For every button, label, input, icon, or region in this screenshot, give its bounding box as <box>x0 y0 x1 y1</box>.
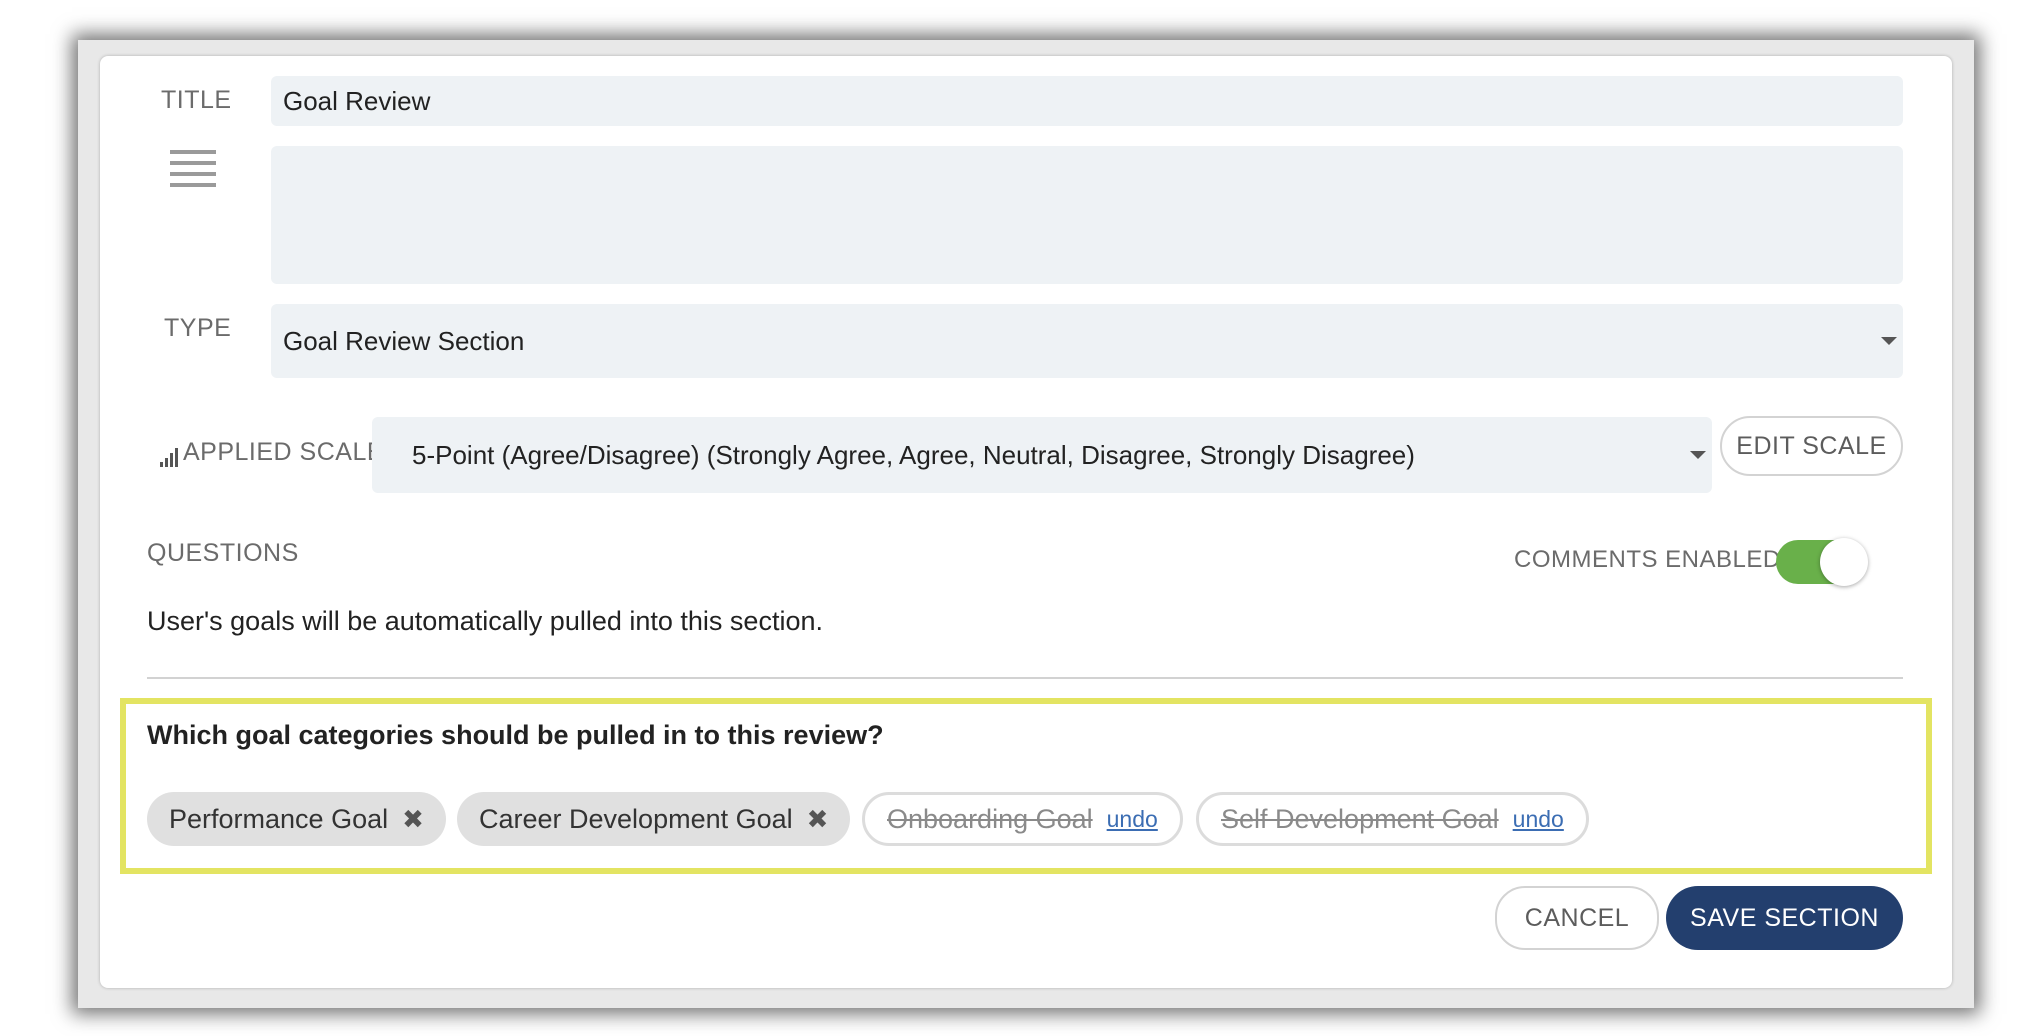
scale-select[interactable]: 5-Point (Agree/Disagree) (Strongly Agree… <box>372 417 1712 493</box>
chip-label: Performance Goal <box>169 803 389 834</box>
undo-link[interactable]: undo <box>1107 806 1158 833</box>
description-textarea[interactable] <box>271 146 1903 284</box>
undo-link[interactable]: undo <box>1513 806 1564 833</box>
chip-onboarding-goal: Onboarding Goal undo <box>862 792 1183 846</box>
questions-info-text: User's goals will be automatically pulle… <box>147 606 823 636</box>
chevron-down-icon <box>1690 451 1706 459</box>
comments-enabled-label: COMMENTS ENABLED <box>1514 546 1781 573</box>
text-lines-icon <box>170 150 216 187</box>
chip-self-development-goal: Self Development Goal undo <box>1196 792 1589 846</box>
save-section-button[interactable]: SAVE SECTION <box>1666 886 1903 950</box>
applied-scale-label: APPLIED SCALE <box>183 438 385 466</box>
toggle-knob <box>1820 538 1868 586</box>
edit-scale-button[interactable]: EDIT SCALE <box>1720 416 1903 476</box>
remove-icon[interactable]: ✖ <box>807 804 829 835</box>
comments-enabled-toggle[interactable] <box>1776 538 1868 586</box>
title-input[interactable]: Goal Review <box>271 76 1903 126</box>
type-select[interactable]: Goal Review Section <box>271 304 1903 378</box>
chip-performance-goal: Performance Goal ✖ <box>147 792 446 846</box>
scale-select-value: 5-Point (Agree/Disagree) (Strongly Agree… <box>412 439 1415 470</box>
type-label: TYPE <box>164 314 232 342</box>
cancel-button[interactable]: CANCEL <box>1495 886 1659 950</box>
chip-career-development-goal: Career Development Goal ✖ <box>457 792 851 846</box>
type-select-value: Goal Review Section <box>283 325 525 356</box>
section-editor-card: TITLE Goal Review TYPE Goal Review Secti… <box>100 56 1952 988</box>
chevron-down-icon <box>1881 337 1897 345</box>
remove-icon[interactable]: ✖ <box>402 804 424 835</box>
chip-label: Career Development Goal <box>479 803 793 834</box>
signal-bars-icon <box>160 448 178 467</box>
chip-label: Self Development Goal <box>1221 803 1499 834</box>
applied-scale-label-group: APPLIED SCALE <box>160 438 384 467</box>
chip-label: Onboarding Goal <box>887 803 1093 834</box>
divider <box>147 677 1903 679</box>
questions-label: QUESTIONS <box>147 539 299 567</box>
title-label: TITLE <box>161 86 232 114</box>
title-input-value: Goal Review <box>283 85 431 116</box>
goal-categories-question: Which goal categories should be pulled i… <box>147 720 884 750</box>
